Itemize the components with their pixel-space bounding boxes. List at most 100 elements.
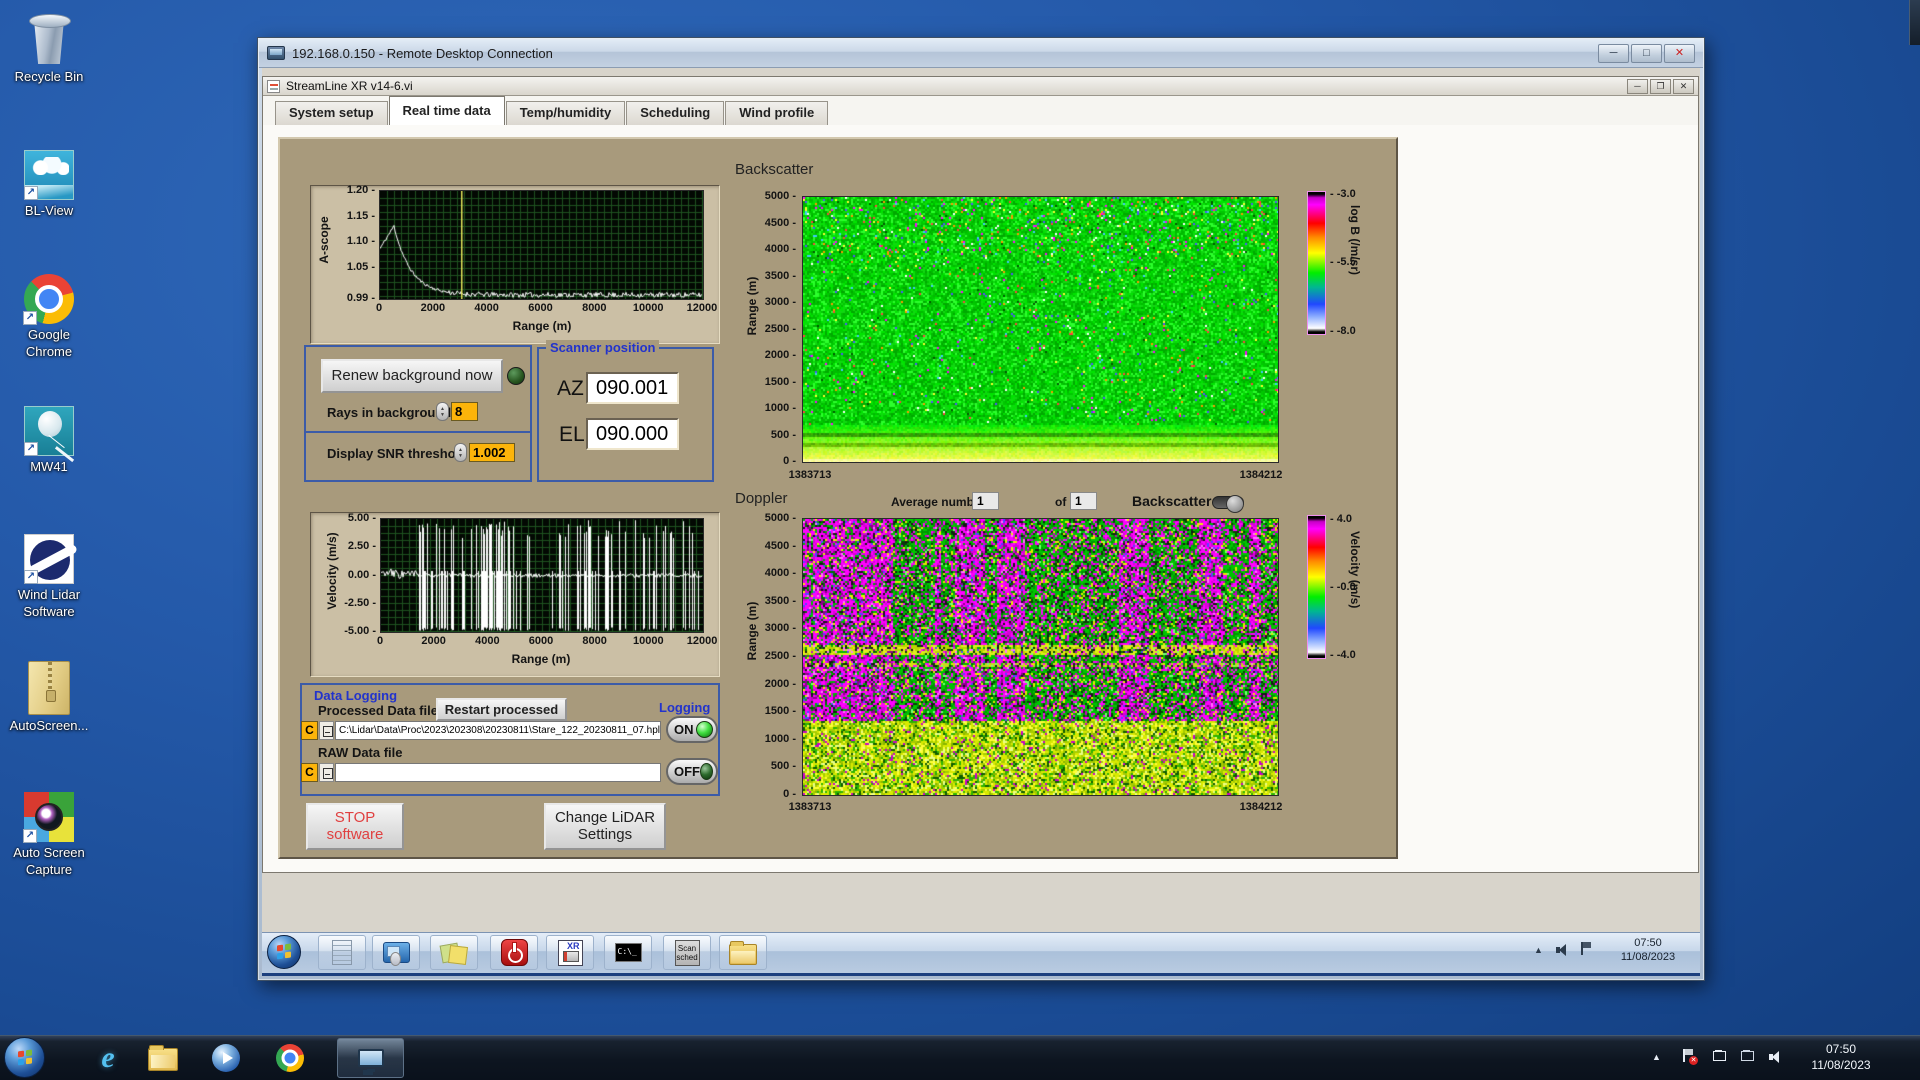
host-start-button[interactable] (4, 1037, 45, 1078)
tick-label: 10000 (633, 635, 664, 647)
rays-spinner[interactable]: ▲ ▼ (436, 402, 449, 421)
processed-logging-on-button[interactable]: ON (666, 716, 718, 743)
stop-line1: STOP (334, 809, 376, 826)
tick-label: 500 (771, 429, 796, 441)
remote-tray-expand-icon[interactable]: ▲ (1534, 945, 1543, 955)
change-lidar-settings-button[interactable]: Change LiDAR Settings (544, 803, 666, 850)
snr-value-field[interactable]: 1.002 (469, 443, 515, 462)
tick-label: 3000 (765, 296, 796, 308)
average-number-field[interactable]: 1 (972, 492, 999, 510)
desktop: Recycle Bin ↗ BL-View ↗ Google Chrome ↗ MW41 ↗ Wi… (0, 0, 1920, 1080)
folder-icon (729, 941, 757, 965)
remote-clock-time: 07:50 (1634, 937, 1662, 949)
tab-scheduling[interactable]: Scheduling (626, 101, 725, 125)
bl-view-icon: ↗ (24, 150, 74, 200)
vi-maximize-button[interactable]: ❐ (1650, 78, 1671, 94)
taskbar-rdp-session-button[interactable] (337, 1038, 404, 1078)
remote-taskbar-display-settings-button[interactable] (372, 935, 420, 970)
host-clock-date: 11/08/2023 (1811, 1057, 1871, 1072)
tab-system-setup[interactable]: System setup (275, 101, 388, 125)
rdp-close-button[interactable]: ✕ (1664, 43, 1695, 63)
rdp-client-area: StreamLine XR v14-6.vi ─ ❐ ✕ System setu… (262, 68, 1700, 976)
tab-temp-humidity[interactable]: Temp/humidity (505, 101, 626, 125)
average-total-field[interactable]: 1 (1070, 492, 1097, 510)
remote-action-center-flag-icon[interactable] (1580, 942, 1592, 955)
show-desktop-button[interactable] (1909, 0, 1920, 45)
remote-volume-icon[interactable] (1556, 944, 1570, 956)
remote-start-button[interactable] (267, 935, 301, 969)
host-tray-expand-icon[interactable]: ▲ (1652, 1052, 1661, 1062)
raw-logging-off-button[interactable]: OFF (666, 758, 718, 785)
rdp-minimize-button[interactable]: ─ (1598, 43, 1629, 63)
raw-browse-icon[interactable] (319, 763, 334, 782)
notepad-icon (332, 940, 352, 965)
taskbar-explorer[interactable] (143, 1040, 183, 1076)
desktop-icon-wind-lidar-software[interactable]: ↗ Wind Lidar Software (6, 534, 92, 621)
backscatter-ylabel: Range (m) (745, 276, 759, 336)
alert-badge-icon: ✕ (1689, 1056, 1698, 1065)
host-volume-icon[interactable] (1769, 1051, 1783, 1063)
shortcut-arrow-icon: ↗ (24, 570, 38, 584)
backscatter-toggle-switch[interactable] (1212, 495, 1244, 513)
remote-taskbar-power-button[interactable] (490, 935, 538, 970)
desktop-icon-google-chrome[interactable]: ↗ Google Chrome (6, 274, 92, 361)
rdp-titlebar[interactable]: 192.168.0.150 - Remote Desktop Connectio… (259, 39, 1703, 68)
tick-label: 4000 (765, 243, 796, 255)
desktop-icon-label: Auto Screen Capture (13, 845, 85, 877)
windows-logo-icon (17, 1050, 24, 1057)
remote-taskbar-scan-sched-button[interactable]: Scan sched (663, 935, 711, 970)
tick-label: 5.00 (348, 512, 376, 524)
remote-taskbar-folder-button[interactable] (719, 935, 767, 970)
shortcut-arrow-icon: ↗ (24, 186, 38, 200)
taskbar-internet-explorer[interactable]: e (88, 1038, 128, 1078)
off-lens-icon (700, 763, 713, 780)
scanner-position-box (537, 347, 714, 482)
stop-line2: software (326, 826, 384, 843)
processed-browse-icon[interactable] (319, 721, 334, 740)
tick-label: 4.0 (1330, 513, 1352, 525)
remote-taskbar-labview-xr-button[interactable]: XR (546, 935, 594, 970)
rdp-maximize-button[interactable]: □ (1631, 43, 1662, 63)
processed-data-file-label: Processed Data file (318, 703, 438, 718)
remote-taskbar-notepad-button[interactable] (318, 935, 366, 970)
scan-sched-icon-text: Scan sched (676, 943, 698, 962)
tick-label: 2.50 (348, 540, 376, 552)
host-clock[interactable]: 07:50 11/08/2023 (1795, 1042, 1887, 1073)
tick-label: 4000 (765, 567, 796, 579)
remote-taskbar-cmd-button[interactable]: C:\_ (604, 935, 652, 970)
desktop-icon-autoscreen-zip[interactable]: AutoScreen... (6, 661, 92, 735)
el-value-field: 090.000 (586, 418, 679, 450)
vi-titlebar[interactable]: StreamLine XR v14-6.vi ─ ❐ ✕ (263, 77, 1698, 96)
restart-processed-file-button[interactable]: Restart processed file (436, 698, 567, 736)
raw-drive-selector[interactable]: C (301, 763, 318, 782)
tab-real-time-data[interactable]: Real time data (388, 96, 505, 125)
desktop-icon-recycle-bin[interactable]: Recycle Bin (6, 8, 92, 86)
tab-wind-profile[interactable]: Wind profile (725, 101, 829, 125)
tick-label: 2000 (765, 349, 796, 361)
tick-label: 2000 (420, 302, 446, 314)
snr-spinner[interactable]: ▲ ▼ (454, 443, 467, 462)
chrome-icon (276, 1044, 304, 1072)
taskbar-media-player[interactable] (206, 1042, 246, 1074)
desktop-icon-mw41[interactable]: ↗ MW41 (6, 406, 92, 476)
tick-label: -8.0 (1330, 325, 1356, 337)
backscatter-x-start: 1383713 (788, 469, 832, 481)
host-action-center-flag-icon[interactable]: ✕ (1682, 1049, 1698, 1065)
rays-value-field[interactable]: 8 (451, 402, 478, 421)
stop-software-button[interactable]: STOP software (306, 803, 404, 850)
vi-minimize-button[interactable]: ─ (1627, 78, 1648, 94)
taskbar-chrome[interactable] (270, 1042, 310, 1074)
renew-background-button[interactable]: Renew background now (321, 359, 503, 393)
desktop-icon-bl-view[interactable]: ↗ BL-View (6, 150, 92, 220)
tick-label: 8000 (582, 302, 607, 314)
remote-taskbar-sticky-notes-button[interactable] (430, 935, 478, 970)
raw-path-field[interactable] (335, 763, 661, 782)
labview-xr-icon: XR (557, 939, 583, 966)
processed-path-field[interactable]: C:\Lidar\Data\Proc\2023\202308\20230811\… (335, 721, 661, 740)
power-icon (500, 939, 528, 966)
desktop-icon-auto-screen-capture[interactable]: ↗ Auto Screen Capture (6, 792, 92, 879)
processed-drive-selector[interactable]: C (301, 721, 318, 740)
vi-close-button[interactable]: ✕ (1673, 78, 1694, 94)
rdp-icon (267, 46, 285, 60)
remote-clock[interactable]: 07:50 11/08/2023 (1602, 937, 1694, 965)
